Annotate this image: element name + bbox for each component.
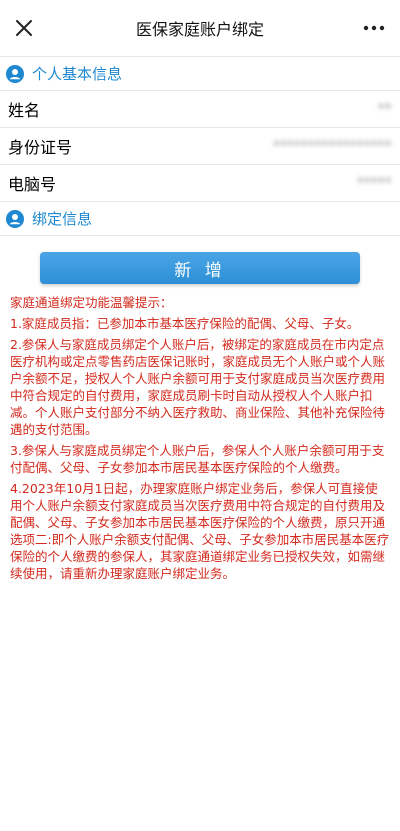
close-icon[interactable] [12, 16, 36, 40]
tips-title: 家庭通道绑定功能温馨提示： [10, 295, 173, 310]
tip-item-3: 3.参保人与家庭成员绑定个人账户后，参保人个人账户余额可用于支付配偶、父母、子女… [10, 443, 385, 475]
binding-info-title: 绑定信息 [32, 210, 93, 228]
tip-item-4: 4.2023年10月1日起，办理家庭账户绑定业务后，参保人可直接使用个人账户余额… [10, 481, 390, 581]
id-number-label: 身份证号 [8, 138, 73, 157]
user-icon [6, 209, 24, 228]
id-number-value: ***************** [273, 138, 392, 154]
name-value: ** [378, 101, 392, 117]
top-bar: 医保家庭账户绑定 [0, 0, 400, 57]
more-options-icon[interactable] [362, 24, 386, 32]
tips-panel: 家庭通道绑定功能温馨提示： 1.家庭成员指：已参加本市基本医疗保险的配偶、父母、… [0, 294, 400, 582]
personal-info-section-header: 个人基本信息 [0, 57, 400, 91]
computer-number-row: 电脑号 ***** [0, 165, 400, 202]
binding-info-section-header: 绑定信息 [0, 202, 400, 236]
computer-number-label: 电脑号 [8, 175, 57, 194]
name-row: 姓名 ** [0, 91, 400, 128]
page-title: 医保家庭账户绑定 [135, 20, 264, 39]
add-button-wrapper: 新 增 [0, 236, 400, 294]
tip-item-2: 2.参保人与家庭成员绑定个人账户后，被绑定的家庭成员在市内定点医疗机构或定点零售… [10, 337, 386, 437]
name-label: 姓名 [8, 101, 41, 120]
computer-number-value: ***** [357, 175, 392, 191]
tip-item-1: 1.家庭成员指：已参加本市基本医疗保险的配偶、父母、子女。 [10, 316, 360, 331]
add-button[interactable]: 新 增 [40, 252, 360, 284]
id-number-row: 身份证号 ***************** [0, 128, 400, 165]
personal-info-title: 个人基本信息 [32, 65, 123, 83]
user-icon [6, 64, 24, 83]
